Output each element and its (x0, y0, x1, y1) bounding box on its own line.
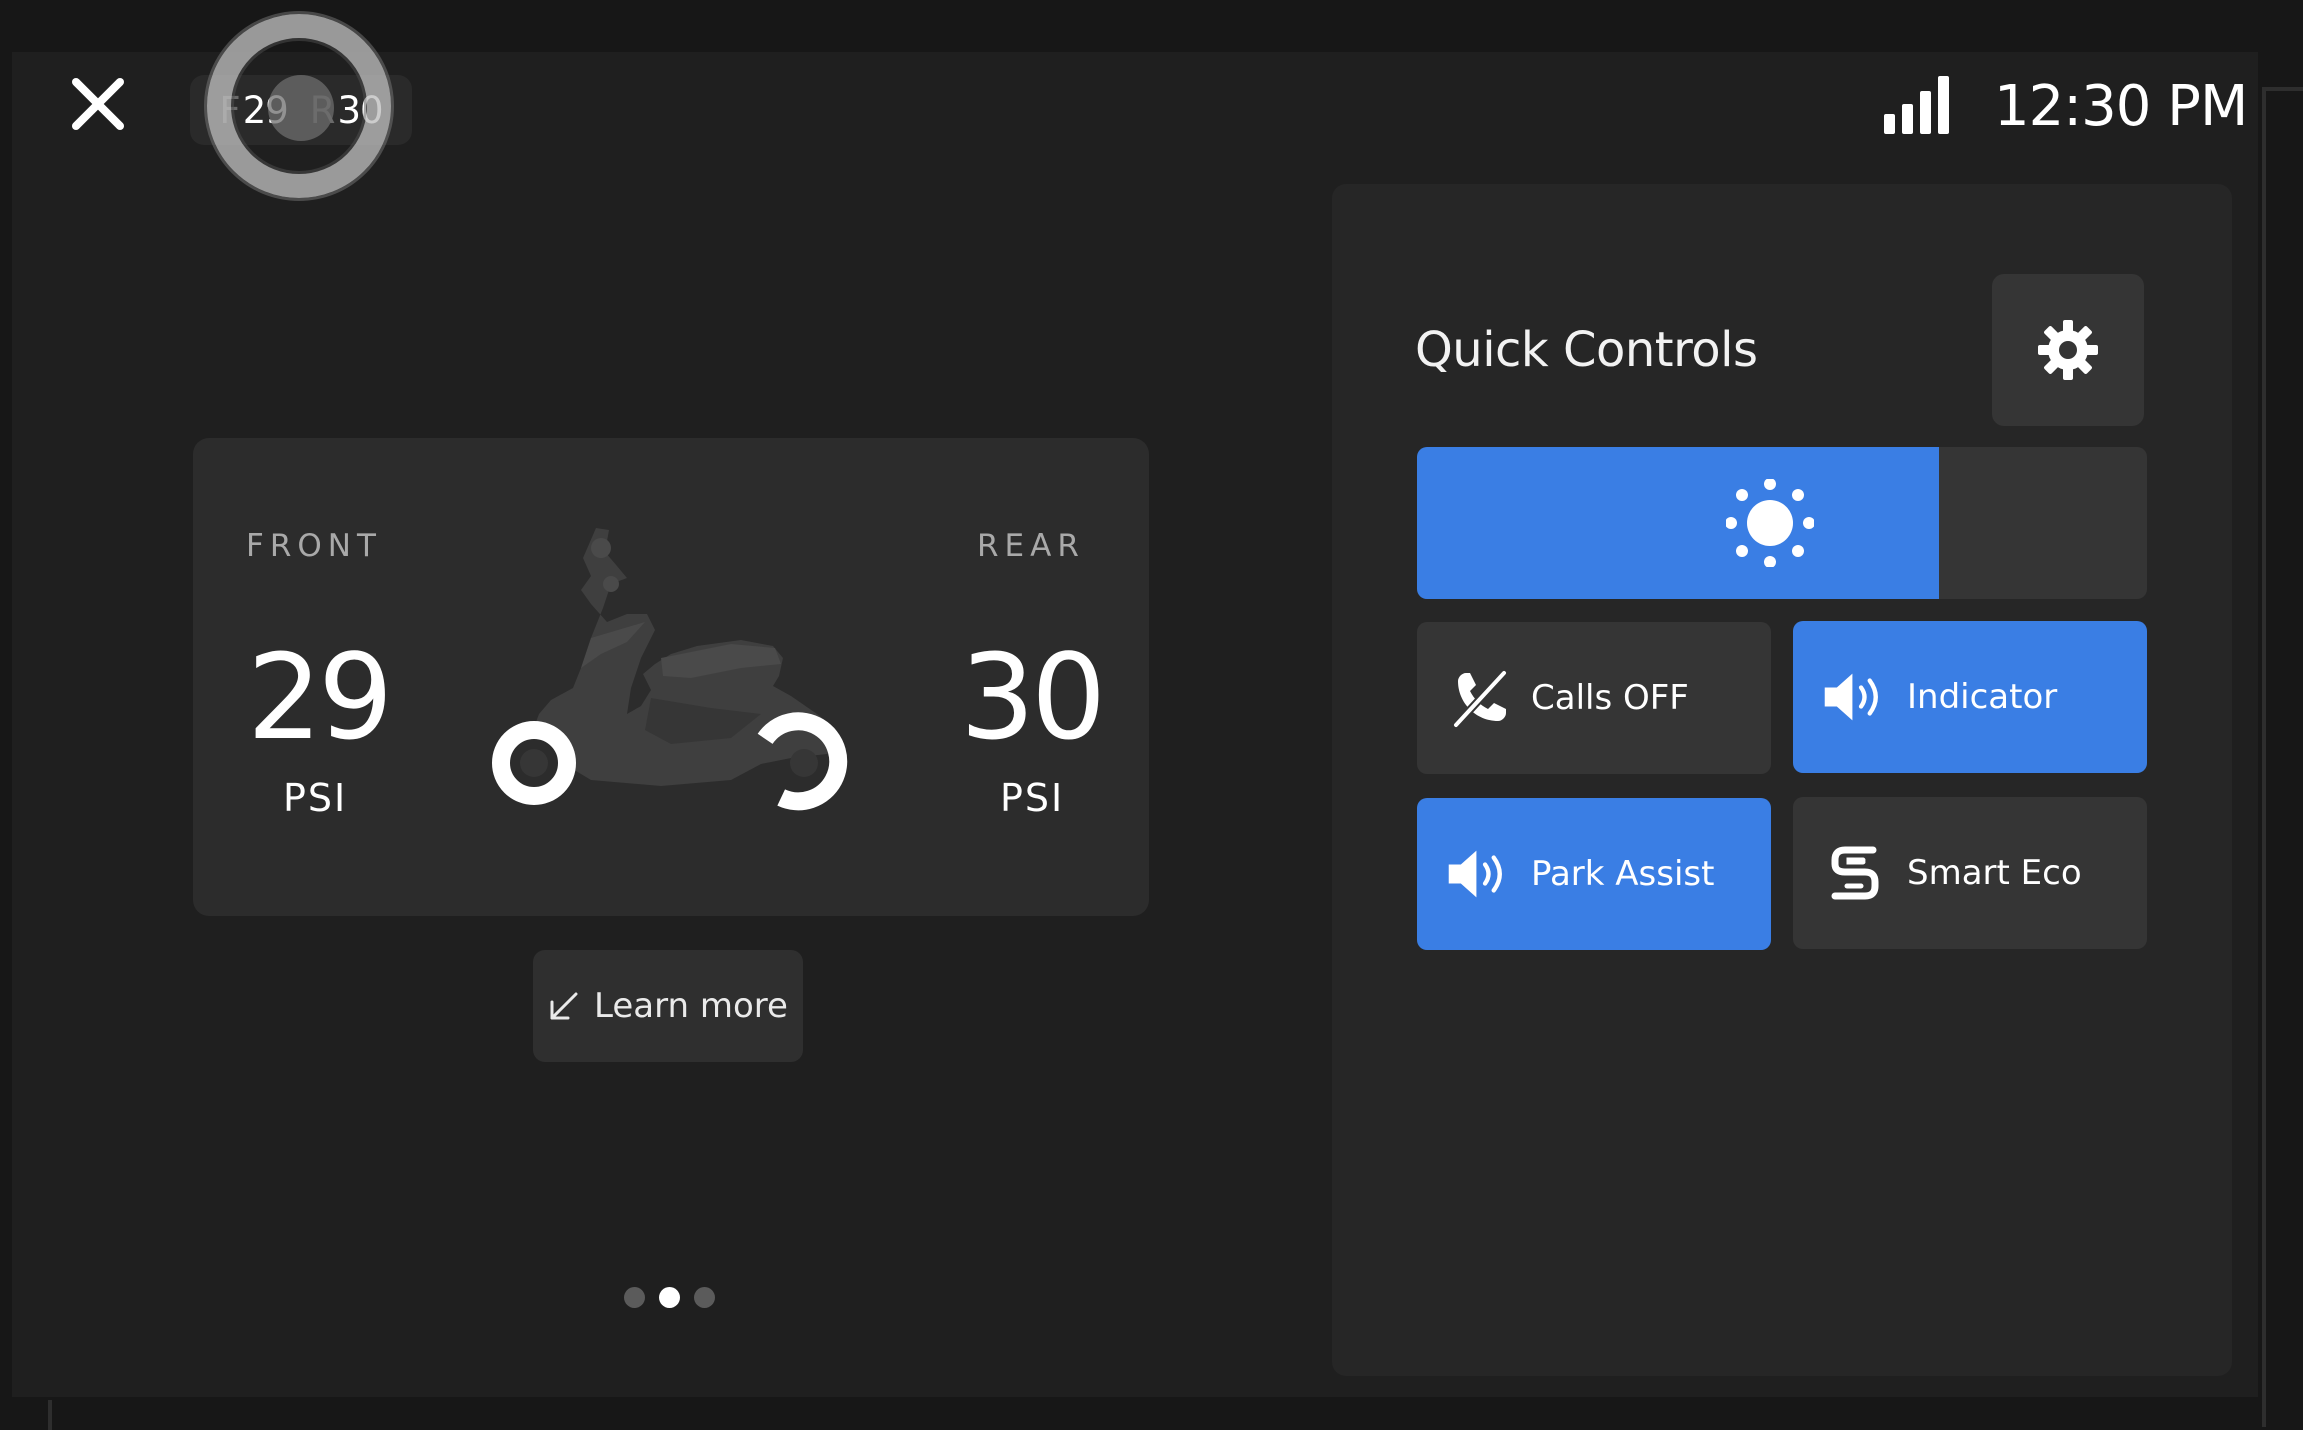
speaker-icon (1823, 665, 1887, 729)
speaker-icon (1447, 842, 1511, 906)
page-dot-active[interactable] (659, 1287, 680, 1308)
indicator-label: Indicator (1907, 677, 2058, 717)
park-assist-tile[interactable]: Park Assist (1417, 798, 1771, 950)
sun-icon (1726, 479, 1814, 567)
front-pressure-unit: PSI (283, 776, 348, 820)
front-chip-value: 29 (242, 88, 289, 132)
quick-controls-title: Quick Controls (1415, 322, 1758, 378)
clock-time: 12:30 PM (1994, 74, 2248, 139)
brightness-slider[interactable] (1417, 447, 2147, 599)
close-icon (72, 78, 124, 130)
device-frame-edge (48, 1400, 52, 1430)
close-button[interactable] (64, 70, 132, 138)
rear-label: REAR (977, 528, 1085, 564)
signal-strength-icon (1884, 76, 1949, 134)
front-label: FRONT (246, 528, 382, 564)
rear-pressure-value: 30 (960, 628, 1106, 766)
page-dot[interactable] (694, 1287, 715, 1308)
tire-pressure-chip[interactable]: F29 R30 (190, 75, 412, 145)
rear-pressure-unit: PSI (1000, 776, 1065, 820)
indicator-tile[interactable]: Indicator (1793, 621, 2147, 773)
calls-off-tile[interactable]: Calls OFF (1417, 622, 1771, 774)
brightness-slider-fill (1417, 447, 1939, 599)
tire-pressure-card: FRONT 29 PSI REAR 30 PSI (193, 438, 1149, 916)
calls-off-label: Calls OFF (1531, 678, 1689, 718)
smart-eco-label: Smart Eco (1907, 853, 2082, 893)
park-assist-label: Park Assist (1531, 854, 1715, 894)
quick-controls-panel: Quick Controls Calls OFF Indicator Park … (1332, 184, 2232, 1376)
scooter-illustration (492, 528, 848, 811)
gear-icon (2038, 320, 2098, 380)
smart-eco-icon (1823, 841, 1887, 905)
page-dot[interactable] (624, 1287, 645, 1308)
learn-more-label: Learn more (594, 986, 788, 1026)
calls-off-icon (1447, 666, 1511, 730)
front-chip-label: F (219, 88, 240, 132)
learn-more-button[interactable]: Learn more (533, 950, 803, 1062)
device-frame-edge (2262, 87, 2303, 1427)
rear-pressure-chip-item: R30 (309, 88, 384, 132)
settings-button[interactable] (1992, 274, 2144, 426)
rear-chip-label: R (309, 88, 336, 132)
front-pressure-value: 29 (247, 628, 393, 766)
page-indicator (624, 1287, 715, 1308)
front-pressure-chip-item: F29 (219, 88, 289, 132)
rear-chip-value: 30 (337, 88, 384, 132)
arrow-down-left-icon (550, 992, 578, 1020)
smart-eco-tile[interactable]: Smart Eco (1793, 797, 2147, 949)
